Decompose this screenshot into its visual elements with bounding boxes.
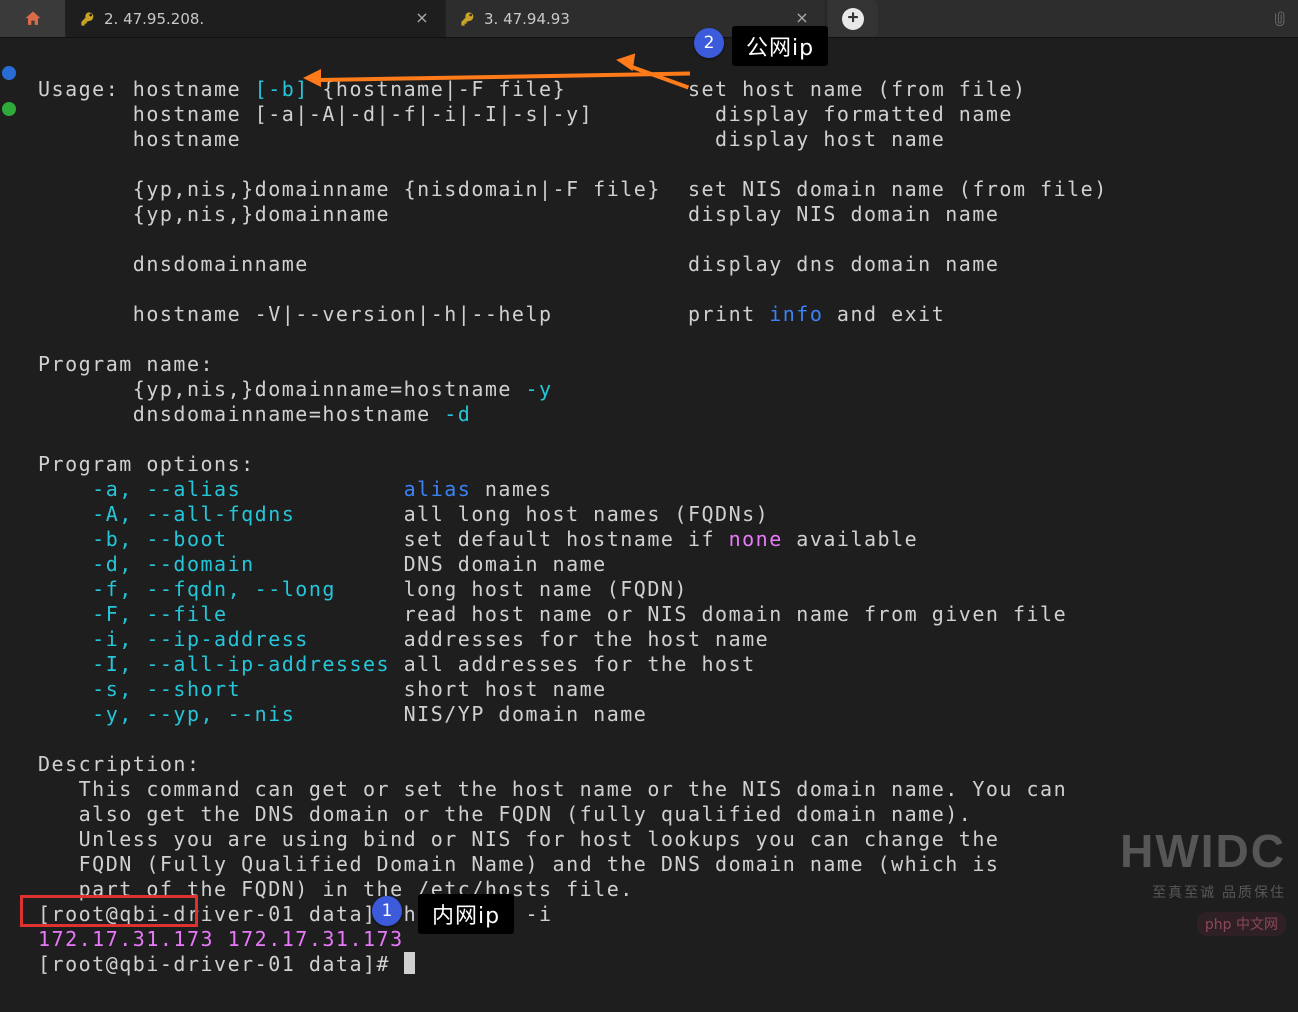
t: This command can get or set the host nam… (38, 777, 1067, 801)
status-dot-green (2, 102, 16, 116)
watermark-big: HWIDC (1120, 824, 1286, 878)
tab-label: 2. 47.95.208. (104, 10, 405, 28)
t: read host name or NIS domain name from g… (404, 602, 1068, 626)
watermark-small: 至真至诚 品质保住 (1120, 882, 1286, 902)
tab-label: 3. 47.94.93 (484, 10, 785, 28)
t: NIS/YP domain name (404, 702, 648, 726)
t: available (783, 527, 918, 551)
t: none (729, 527, 783, 551)
home-tab[interactable] (0, 0, 66, 37)
t: Program name: (38, 352, 214, 376)
terminal-cursor (404, 952, 415, 974)
t: hostname display host name (38, 127, 945, 151)
t: also get the DNS domain or the FQDN (ful… (38, 802, 972, 826)
t: -A, --all-fqdns (38, 502, 404, 526)
t: all long host names (FQDNs) (404, 502, 770, 526)
t: hostname -V|--version|-h|--help print (38, 302, 769, 326)
t: names (471, 477, 552, 501)
home-icon (23, 9, 43, 29)
plus-icon: + (842, 8, 864, 30)
terminal-output[interactable]: Usage: hostname [-b] {hostname|-F file} … (18, 38, 1298, 1012)
t: Unless you are using bind or NIS for hos… (38, 827, 999, 851)
key-icon (460, 11, 476, 27)
t: -I, --all-ip-addresses (38, 652, 404, 676)
callout-number-2: 2 (694, 28, 724, 58)
t: Description: (38, 752, 201, 776)
t: long host name (FQDN) (404, 577, 688, 601)
attachment-icon[interactable] (1266, 6, 1288, 28)
t: {yp,nis,}domainname=hostname (38, 377, 525, 401)
watermark: HWIDC 至真至诚 品质保住 (1120, 824, 1286, 902)
t: -i, --ip-address (38, 627, 404, 651)
t: -d, --domain (38, 552, 404, 576)
t: -d (444, 402, 471, 426)
callout-label-public-ip: 公网ip (732, 26, 828, 66)
close-icon[interactable]: × (413, 10, 431, 28)
t: -y (525, 377, 552, 401)
t: -b, --boot (38, 527, 404, 551)
t: -f, --fqdn, --long (38, 577, 404, 601)
t: hostname [-a|-A|-d|-f|-i|-I|-s|-y] displ… (38, 102, 1013, 126)
ip-output-2: 172.17.31.173 (214, 927, 404, 951)
highlight-box-private-ip (20, 895, 198, 927)
t: {yp,nis,}domainname display NIS domain n… (38, 202, 999, 226)
t: info (769, 302, 823, 326)
watermark-php: php 中文网 (1197, 912, 1286, 936)
t: {hostname|-F file} set host name (from f… (309, 77, 1027, 101)
close-icon[interactable]: × (793, 10, 811, 28)
session-status-sidebar (0, 38, 18, 1012)
t: set default hostname if (404, 527, 729, 551)
t: -y, --yp, --nis (38, 702, 404, 726)
t: {yp,nis,}domainname {nisdomain|-F file} … (38, 177, 1108, 201)
t: Program options: (38, 452, 255, 476)
ip-output-1: 172.17.31.173 (38, 927, 214, 951)
t: -s, --short (38, 677, 404, 701)
callout-label-private-ip: 内网ip (418, 894, 514, 934)
t: all addresses for the host (404, 652, 756, 676)
t: dnsdomainname=hostname (38, 402, 444, 426)
t: DNS domain name (404, 552, 607, 576)
t: short host name (404, 677, 607, 701)
t: -a, --alias (38, 477, 404, 501)
t: Usage: hostname (38, 77, 255, 101)
status-dot-blue (2, 66, 16, 80)
callout-number-1: 1 (372, 896, 402, 926)
t: dnsdomainname display dns domain name (38, 252, 999, 276)
t: FQDN (Fully Qualified Domain Name) and t… (38, 852, 999, 876)
t: addresses for the host name (404, 627, 770, 651)
prompt: [root@qbi-driver-01 data]# (38, 952, 404, 976)
new-tab-button[interactable]: + (828, 0, 878, 37)
t: -F, --file (38, 602, 404, 626)
t: and exit (823, 302, 945, 326)
t: [-b] (255, 77, 309, 101)
tab-session-1[interactable]: 2. 47.95.208. × (66, 0, 446, 37)
tab-bar: 2. 47.95.208. × 3. 47.94.93 × + (0, 0, 1298, 38)
key-icon (80, 11, 96, 27)
t: alias (404, 477, 472, 501)
